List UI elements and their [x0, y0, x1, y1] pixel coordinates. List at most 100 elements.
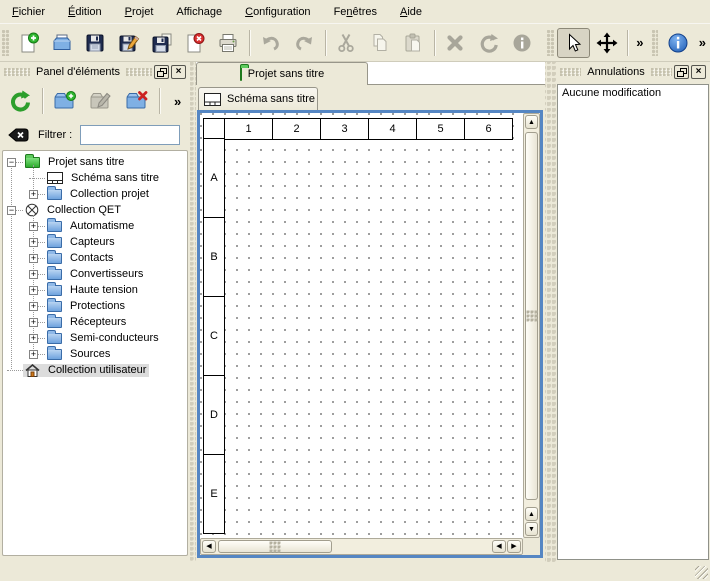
folder-icon	[47, 317, 62, 328]
tree-item-contacts[interactable]: + Contacts	[3, 250, 187, 266]
tree-item-sources[interactable]: + Sources	[3, 346, 187, 362]
new-category-button[interactable]	[47, 84, 83, 118]
paste-icon	[402, 32, 424, 54]
panel-toolbar-overflow-chevron[interactable]: »	[170, 94, 185, 109]
schema-canvas[interactable]: 1 2 3 4 5 6 A B C D E	[200, 113, 523, 538]
menu-aide[interactable]: Aide	[390, 3, 432, 21]
project-tab-bar: Projet sans titre	[196, 62, 545, 85]
tree-item-recepteurs[interactable]: + Récepteurs	[3, 314, 187, 330]
undo-list-item[interactable]: Aucune modification	[558, 85, 708, 101]
expander-icon[interactable]: +	[29, 270, 38, 279]
element-info-button[interactable]	[505, 28, 538, 58]
expander-icon[interactable]: +	[29, 318, 38, 327]
tab-projet-sans-titre[interactable]: Projet sans titre	[196, 62, 368, 85]
delete-button[interactable]	[439, 28, 472, 58]
dock-float-button[interactable]	[674, 65, 689, 79]
menu-projet[interactable]: Projet	[115, 3, 164, 21]
expander-icon[interactable]: +	[29, 254, 38, 263]
edit-category-button[interactable]	[83, 84, 119, 118]
expander-icon[interactable]: −	[7, 158, 16, 167]
elements-panel-titlebar[interactable]: Panel d'éléments ×	[0, 62, 190, 82]
redo-button[interactable]	[287, 28, 320, 58]
dock-float-button[interactable]	[154, 65, 169, 79]
vertical-scroll-thumb[interactable]	[525, 132, 538, 500]
paste-button[interactable]	[396, 28, 429, 58]
menu-edition[interactable]: Édition	[58, 3, 112, 21]
scroll-left-button[interactable]: ◀	[202, 540, 216, 553]
toolbar-drag-handle[interactable]	[652, 30, 659, 56]
menu-affichage[interactable]: Affichage	[166, 3, 232, 21]
toolbar-overflow-chevron[interactable]: »	[632, 35, 647, 50]
schema-view[interactable]: 1 2 3 4 5 6 A B C D E ▲ ▲ ▼ ◀	[197, 110, 543, 558]
new-project-button[interactable]	[12, 28, 45, 58]
expander-icon[interactable]: +	[29, 334, 38, 343]
right-dock-splitter[interactable]	[545, 62, 556, 562]
tree-item-semi-conducteurs[interactable]: + Semi-conducteurs	[3, 330, 187, 346]
folder-edit-icon	[89, 89, 113, 113]
save-all-button[interactable]	[145, 28, 178, 58]
elements-tree[interactable]: − Projet sans titre Schéma sans titre + …	[2, 150, 188, 556]
info-grey-icon	[511, 32, 533, 54]
expander-icon[interactable]: +	[29, 286, 38, 295]
scroll-left-button-2[interactable]: ◀	[492, 540, 506, 553]
menu-bar: Fichier Édition Projet Affichage Configu…	[0, 0, 710, 24]
tree-item-capteurs[interactable]: + Capteurs	[3, 234, 187, 250]
tree-item-collection-qet[interactable]: − Collection QET	[3, 202, 187, 218]
expander-icon[interactable]: +	[29, 302, 38, 311]
expander-icon[interactable]: +	[29, 190, 38, 199]
toolbar-drag-handle[interactable]	[2, 30, 9, 56]
clear-filter-button[interactable]	[6, 126, 30, 144]
undo-dock-titlebar[interactable]: Annulations ×	[556, 62, 710, 82]
tree-item-schema-sans-titre[interactable]: Schéma sans titre	[3, 170, 187, 186]
row-header: D	[203, 375, 225, 455]
save-button[interactable]	[79, 28, 112, 58]
menu-configuration[interactable]: Configuration	[235, 3, 320, 21]
horizontal-scrollbar[interactable]: ◀ ◀ ▶	[200, 538, 523, 555]
toolbar-overflow-chevron[interactable]: »	[695, 35, 710, 50]
save-as-button[interactable]	[112, 28, 145, 58]
expander-icon[interactable]: +	[29, 222, 38, 231]
tab-schema-sans-titre[interactable]: Schéma sans titre	[198, 87, 318, 110]
tree-item-convertisseurs[interactable]: + Convertisseurs	[3, 266, 187, 282]
tree-item-protections[interactable]: + Protections	[3, 298, 187, 314]
close-file-button[interactable]	[179, 28, 212, 58]
scroll-up-button-2[interactable]: ▲	[525, 507, 538, 521]
undo-button[interactable]	[254, 28, 287, 58]
print-button[interactable]	[212, 28, 245, 58]
folder-icon	[47, 237, 62, 248]
resize-grip[interactable]	[695, 566, 708, 579]
dock-close-button[interactable]: ×	[171, 65, 186, 79]
expander-icon[interactable]: +	[29, 238, 38, 247]
cut-button[interactable]	[330, 28, 363, 58]
reload-collections-button[interactable]	[2, 84, 38, 118]
move-mode-button[interactable]	[590, 28, 623, 58]
dock-close-button[interactable]: ×	[691, 65, 706, 79]
menu-fichier[interactable]: Fichier	[2, 3, 55, 21]
rotate-button[interactable]	[472, 28, 505, 58]
toolbar-drag-handle[interactable]	[547, 30, 554, 56]
scroll-down-button[interactable]: ▼	[525, 522, 538, 536]
scroll-right-button[interactable]: ▶	[507, 540, 521, 553]
tree-item-collection-utilisateur[interactable]: Collection utilisateur	[3, 362, 187, 378]
open-project-button[interactable]	[45, 28, 78, 58]
column-header-row: 1 2 3 4 5 6	[203, 118, 513, 140]
project-information-button[interactable]	[661, 28, 694, 58]
tree-item-projet-sans-titre[interactable]: − Projet sans titre	[3, 154, 187, 170]
horizontal-scroll-thumb[interactable]	[218, 540, 332, 553]
scroll-up-button[interactable]: ▲	[525, 115, 538, 129]
tree-item-collection-projet[interactable]: + Collection projet	[3, 186, 187, 202]
row-header: C	[203, 296, 225, 376]
copy-button[interactable]	[363, 28, 396, 58]
menu-fenetres[interactable]: Fenêtres	[324, 3, 387, 21]
tree-item-haute-tension[interactable]: + Haute tension	[3, 282, 187, 298]
vertical-scrollbar[interactable]: ▲ ▲ ▼	[523, 113, 540, 538]
filter-input[interactable]	[80, 125, 180, 145]
undo-list[interactable]: Aucune modification	[557, 84, 709, 560]
tree-item-automatisme[interactable]: + Automatisme	[3, 218, 187, 234]
pointer-mode-button[interactable]	[557, 28, 590, 58]
expander-icon[interactable]: −	[7, 206, 16, 215]
expander-icon[interactable]: +	[29, 350, 38, 359]
delete-category-button[interactable]	[119, 84, 155, 118]
down-arrow-icon: ▼	[528, 526, 535, 533]
info-blue-icon	[667, 32, 689, 54]
